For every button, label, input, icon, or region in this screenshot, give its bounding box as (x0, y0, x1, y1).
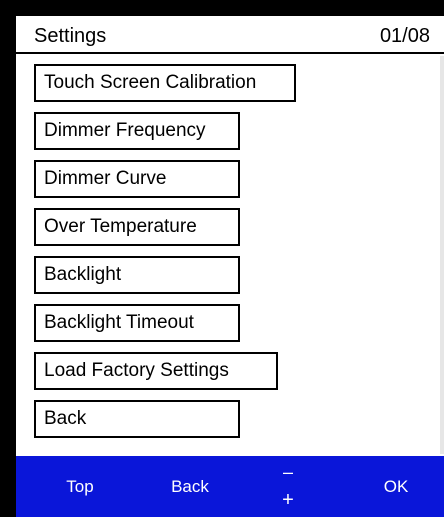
top-button[interactable]: Top (40, 456, 120, 517)
back-button[interactable]: Back (150, 456, 230, 517)
title-bar: Settings 01/08 (16, 16, 444, 54)
menu-item-backlight-timeout[interactable]: Backlight Timeout (34, 304, 240, 342)
menu-item-load-factory-settings[interactable]: Load Factory Settings (34, 352, 278, 390)
menu-item-backlight[interactable]: Backlight (34, 256, 240, 294)
menu-item-dimmer-frequency[interactable]: Dimmer Frequency (34, 112, 240, 150)
plus-icon[interactable]: + (248, 489, 328, 512)
adjust-button[interactable]: – + (248, 456, 328, 517)
page-title: Settings (34, 25, 107, 47)
menu-item-over-temperature[interactable]: Over Temperature (34, 208, 240, 246)
softkey-bar: Top Back – + OK (16, 456, 444, 517)
scrollbar[interactable] (440, 56, 444, 454)
menu-item-back[interactable]: Back (34, 400, 240, 438)
ok-button[interactable]: OK (356, 456, 436, 517)
menu-item-touch-screen-calibration[interactable]: Touch Screen Calibration (34, 64, 296, 102)
page-indicator: 01/08 (379, 25, 430, 47)
minus-icon[interactable]: – (248, 462, 328, 483)
menu-item-dimmer-curve[interactable]: Dimmer Curve (34, 160, 240, 198)
settings-screen: Settings 01/08 Touch Screen Calibration … (16, 16, 444, 517)
